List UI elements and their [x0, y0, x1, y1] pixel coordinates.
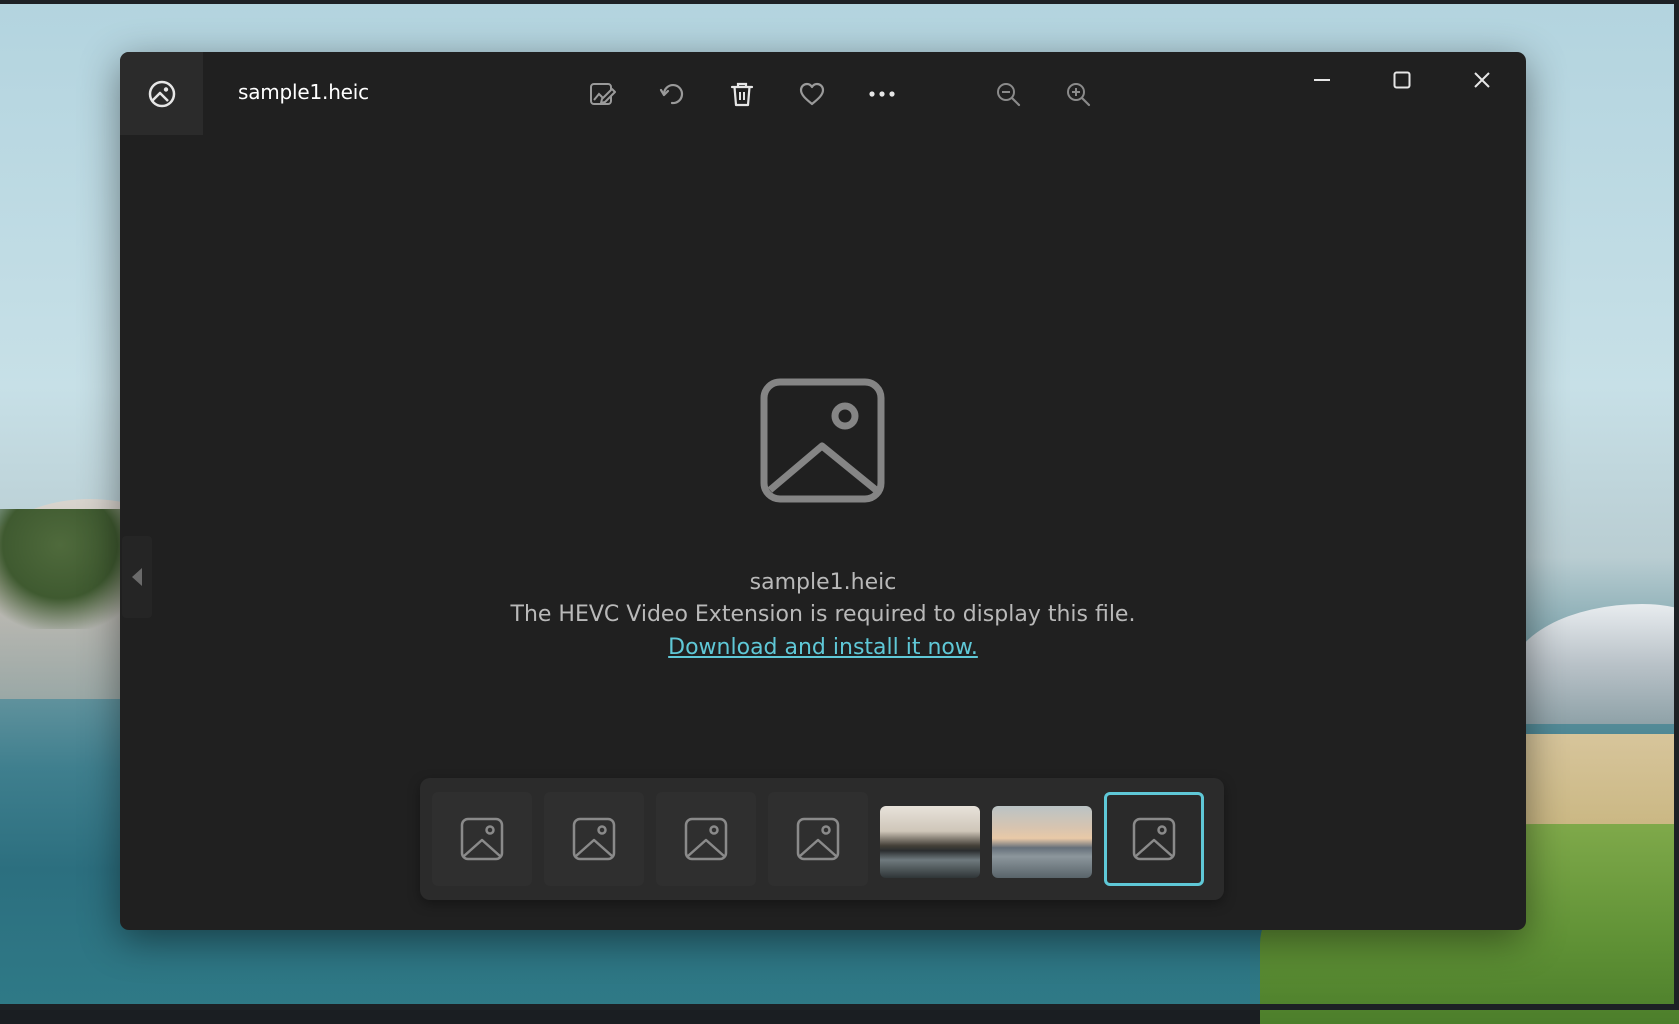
heart-icon — [799, 82, 825, 106]
wallpaper-hill-right — [1510, 604, 1679, 724]
image-placeholder-icon — [796, 817, 840, 861]
filmstrip-thumbnail[interactable] — [768, 792, 868, 886]
error-message: The HEVC Video Extension is required to … — [510, 602, 1136, 627]
filmstrip-thumbnail-selected[interactable] — [1104, 792, 1204, 886]
minimize-button[interactable] — [1298, 56, 1346, 104]
more-options-button[interactable] — [860, 72, 904, 116]
filmstrip-thumbnail-photo[interactable] — [992, 806, 1092, 878]
more-options-icon — [869, 91, 895, 97]
rotate-icon — [659, 83, 684, 105]
favorite-button[interactable] — [790, 72, 834, 116]
edit-image-icon — [590, 83, 616, 105]
filmstrip-thumbnail[interactable] — [544, 792, 644, 886]
image-placeholder-icon — [760, 378, 885, 503]
window-title: sample1.heic — [238, 80, 369, 104]
filmstrip-thumbnail[interactable] — [432, 792, 532, 886]
image-placeholder-icon — [460, 817, 504, 861]
photos-app-window: sample1.heic sample1.heic The HEVC Video… — [120, 52, 1526, 930]
error-file-name: sample1.heic — [749, 570, 897, 595]
image-placeholder-icon — [1132, 817, 1176, 861]
app-icon-tile[interactable] — [120, 52, 203, 135]
zoom-in-icon — [1067, 83, 1091, 107]
minimize-icon — [1314, 79, 1330, 81]
screen-edge — [0, 1004, 1679, 1010]
edit-image-button[interactable] — [580, 72, 624, 116]
close-icon — [1474, 72, 1490, 88]
zoom-out-icon — [997, 83, 1021, 107]
screen-edge — [1674, 0, 1679, 1010]
image-placeholder-icon — [684, 817, 728, 861]
filmstrip-thumbnail-photo[interactable] — [880, 806, 980, 878]
maximize-icon — [1393, 71, 1411, 89]
filmstrip — [420, 778, 1224, 900]
zoom-out-button[interactable] — [986, 72, 1030, 116]
rotate-button[interactable] — [650, 72, 694, 116]
install-link-container: Download and install it now. — [120, 635, 1526, 660]
close-button[interactable] — [1458, 56, 1506, 104]
delete-button[interactable] — [720, 72, 764, 116]
maximize-button[interactable] — [1378, 56, 1426, 104]
filmstrip-thumbnail[interactable] — [656, 792, 756, 886]
download-install-link[interactable]: Download and install it now. — [668, 635, 978, 660]
photos-app-icon — [148, 80, 175, 107]
zoom-in-button[interactable] — [1056, 72, 1100, 116]
image-placeholder-icon — [572, 817, 616, 861]
delete-icon — [730, 82, 754, 107]
